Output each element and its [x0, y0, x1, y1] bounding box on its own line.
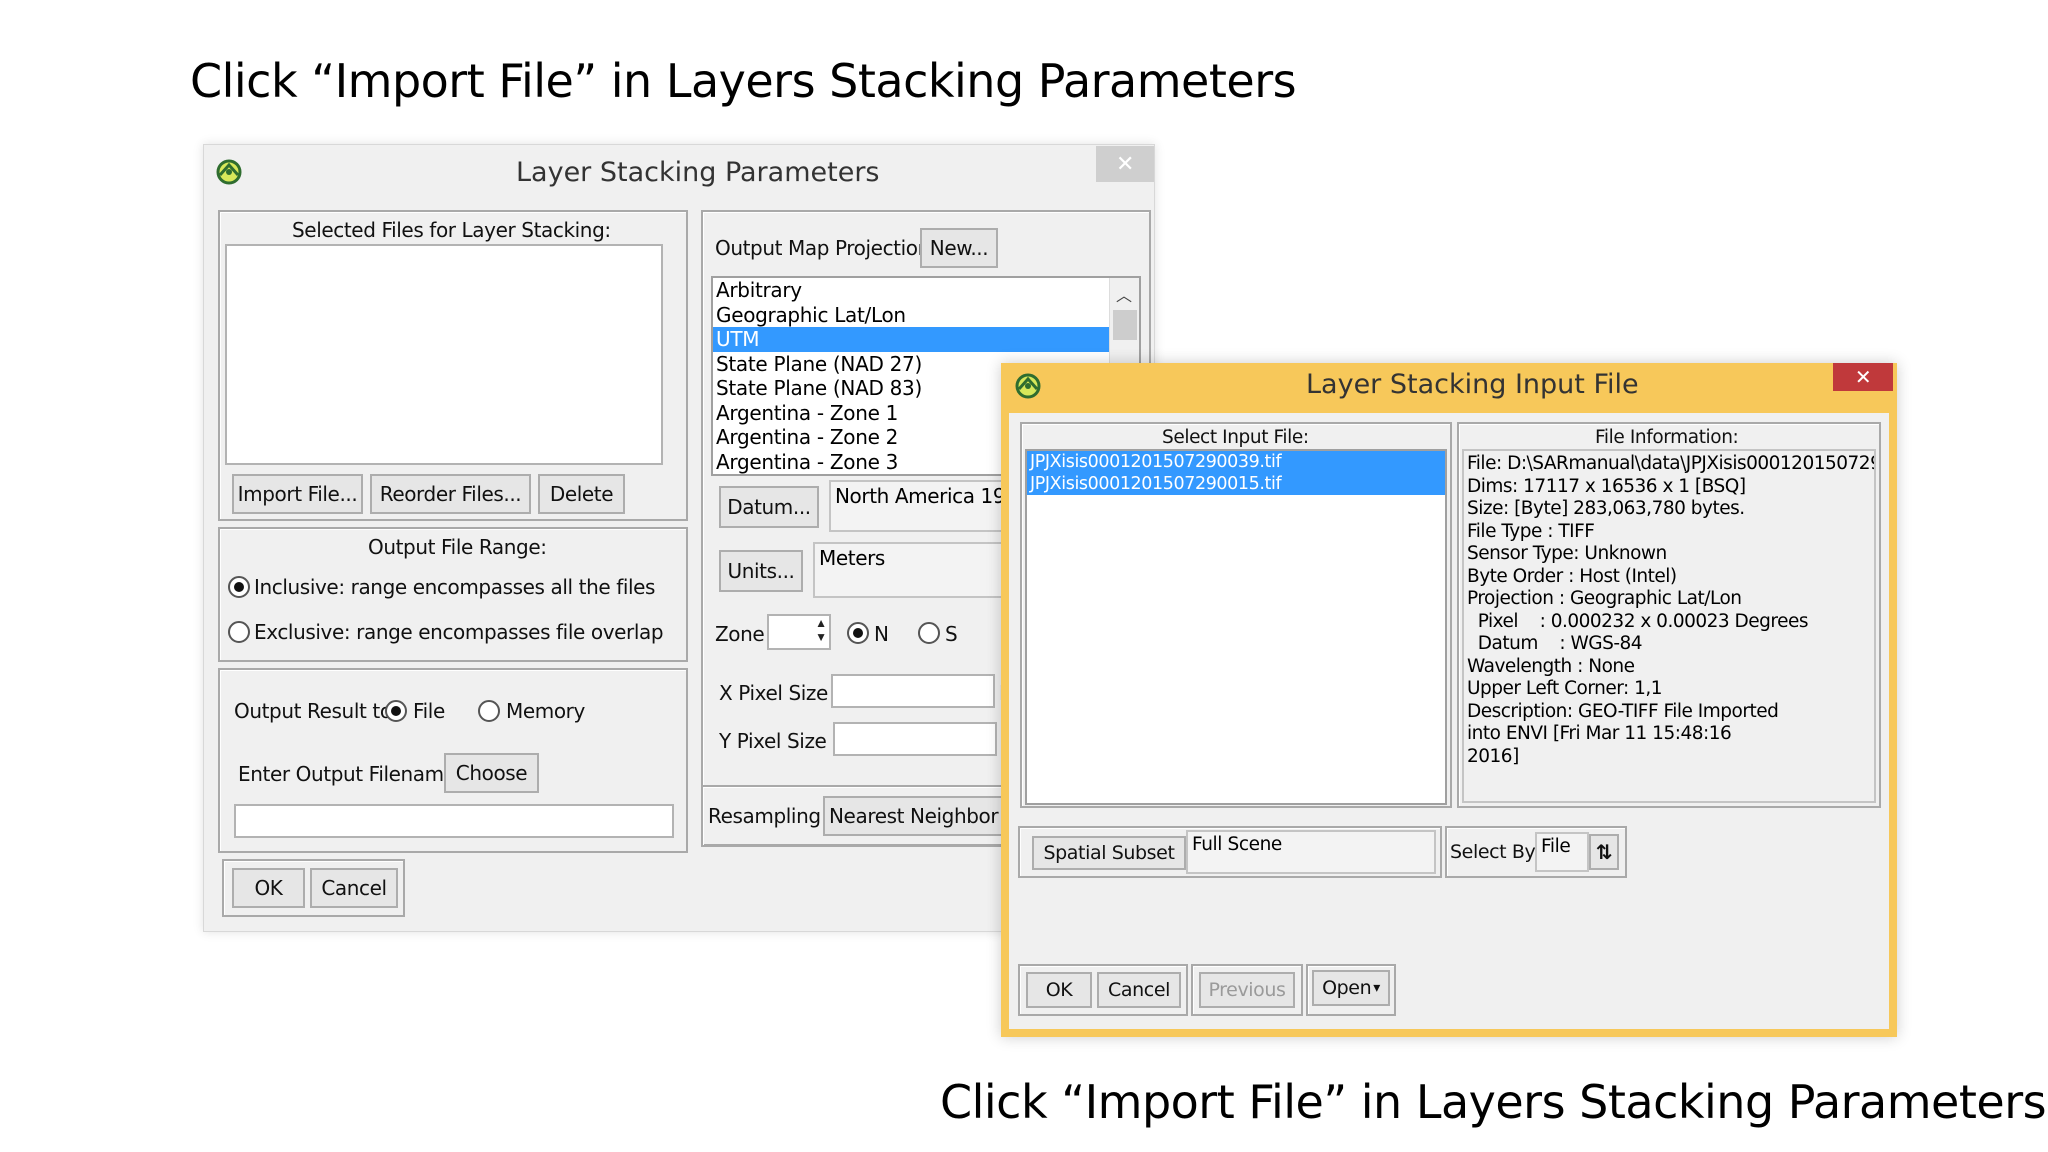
previous-group: Previous: [1191, 964, 1303, 1016]
chevron-up-icon[interactable]: ︿: [1116, 282, 1132, 306]
input-window-title: Layer Stacking Input File: [1306, 369, 1639, 400]
file-information-label: File Information:: [1595, 427, 1739, 448]
select-by-value: File: [1535, 832, 1589, 872]
south-label: S: [945, 622, 958, 646]
previous-button[interactable]: Previous: [1199, 972, 1295, 1008]
dropdown-arrow-icon: ▾: [1373, 980, 1380, 996]
spatial-subset-group: Spatial Subset Full Scene: [1018, 826, 1442, 878]
output-result-label: Output Result to: [234, 699, 392, 723]
south-radio[interactable]: [918, 622, 940, 644]
open-dropdown-button[interactable]: Open ▾: [1312, 970, 1390, 1006]
info-line: Wavelength : None: [1467, 655, 1635, 677]
sort-icon: ⇅: [1595, 840, 1613, 864]
file-option-label: File: [413, 699, 445, 723]
output-range-group: Output File Range: Inclusive: range enco…: [218, 527, 688, 662]
envi-app-icon: [1015, 373, 1041, 399]
inclusive-label: Inclusive: range encompasses all the fil…: [254, 575, 656, 599]
inclusive-radio[interactable]: [228, 576, 250, 598]
info-line: into ENVI [Fri Mar 11 15:48:16: [1467, 723, 1732, 744]
info-line: Size: [Byte] 283,063,780 bytes.: [1467, 498, 1745, 519]
envi-app-icon: [216, 159, 242, 185]
datum-button[interactable]: Datum...: [719, 486, 819, 528]
x-pixel-size-label: X Pixel Size: [719, 681, 828, 705]
input-ok-button[interactable]: OK: [1026, 972, 1092, 1008]
params-ok-button[interactable]: OK: [232, 868, 305, 908]
bottom-caption: Click “Import File” in Layers Stacking P…: [940, 1075, 2047, 1129]
ok-cancel-group: OK Cancel: [222, 859, 405, 917]
top-caption: Click “Import File” in Layers Stacking P…: [190, 54, 1297, 108]
spatial-subset-button[interactable]: Spatial Subset: [1032, 836, 1186, 870]
selected-files-group: Selected Files for Layer Stacking: Impor…: [218, 210, 688, 521]
projection-item-selected[interactable]: UTM: [713, 327, 1139, 352]
delete-button[interactable]: Delete: [538, 474, 625, 514]
input-file-item[interactable]: JPJXisis0001201507290039.tif: [1027, 451, 1282, 473]
output-filename-input[interactable]: [234, 804, 674, 838]
north-radio[interactable]: [847, 622, 869, 644]
params-close-button[interactable]: ✕: [1096, 146, 1154, 182]
input-file-item[interactable]: JPJXisis0001201507290015.tif: [1027, 473, 1282, 495]
y-pixel-size-label: Y Pixel Size: [719, 729, 827, 753]
new-projection-button[interactable]: New...: [920, 228, 998, 268]
x-pixel-size-input[interactable]: [831, 674, 995, 708]
info-line: Sensor Type: Unknown: [1467, 543, 1667, 564]
spinner-icon[interactable]: ▲ ▼: [815, 616, 827, 644]
info-line: File: D:\SARmanual\data\JPJXisis00012015…: [1467, 453, 1876, 474]
input-file-list[interactable]: JPJXisis0001201507290039.tif JPJXisis000…: [1025, 449, 1447, 805]
input-ok-cancel-group: OK Cancel: [1018, 964, 1188, 1016]
open-group: Open ▾: [1306, 964, 1396, 1016]
params-window-title: Layer Stacking Parameters: [516, 157, 880, 188]
file-radio[interactable]: [385, 700, 407, 722]
scrollbar-thumb[interactable]: [1113, 310, 1137, 340]
select-input-group: Select Input File: JPJXisis0001201507290…: [1020, 422, 1452, 808]
info-line: Upper Left Corner: 1,1: [1467, 678, 1663, 699]
units-button[interactable]: Units...: [719, 550, 803, 592]
close-icon: ✕: [1854, 365, 1872, 389]
select-input-label: Select Input File:: [1162, 427, 1309, 448]
file-information-group: File Information: File: D:\SARmanual\dat…: [1457, 422, 1881, 808]
select-by-group: Select By File ⇅: [1445, 826, 1627, 878]
zone-label: Zone: [715, 622, 765, 646]
input-window-body: Select Input File: JPJXisis0001201507290…: [1009, 413, 1889, 1029]
info-line: Description: GEO-TIFF File Imported: [1467, 700, 1779, 722]
projection-label: Output Map Projection: [715, 236, 930, 260]
enter-filename-label: Enter Output Filename: [238, 762, 456, 786]
info-line: File Type : TIFF: [1467, 520, 1595, 542]
info-line: Byte Order : Host (Intel): [1467, 565, 1677, 587]
close-icon: ✕: [1115, 151, 1135, 177]
open-label: Open: [1322, 977, 1372, 999]
info-line: Dims: 17117 x 16536 x 1 [BSQ]: [1467, 475, 1746, 497]
info-line: Projection : Geographic Lat/Lon: [1467, 588, 1742, 609]
output-range-label: Output File Range:: [368, 535, 547, 559]
exclusive-radio[interactable]: [228, 621, 250, 643]
import-file-button[interactable]: Import File...: [232, 474, 363, 514]
selected-files-label: Selected Files for Layer Stacking:: [292, 218, 611, 242]
memory-radio[interactable]: [478, 700, 500, 722]
zone-input[interactable]: ▲ ▼: [767, 614, 831, 650]
info-line: Datum : WGS-84: [1467, 633, 1643, 654]
input-cancel-button[interactable]: Cancel: [1097, 972, 1181, 1008]
reorder-files-button[interactable]: Reorder Files...: [370, 474, 531, 514]
y-pixel-size-input[interactable]: [833, 722, 997, 756]
info-line: Pixel : 0.000232 x 0.00023 Degrees: [1467, 610, 1809, 632]
layer-stacking-input-file-window: Layer Stacking Input File ✕ Select Input…: [1001, 363, 1897, 1037]
file-information-text: File: D:\SARmanual\data\JPJXisis00012015…: [1462, 449, 1876, 803]
resampling-label: Resampling: [708, 804, 821, 828]
projection-item[interactable]: Arbitrary: [713, 278, 1139, 303]
exclusive-label: Exclusive: range encompasses file overla…: [254, 620, 664, 644]
output-result-group: Output Result to File Memory Enter Outpu…: [218, 668, 688, 853]
input-close-button[interactable]: ✕: [1833, 363, 1893, 391]
info-line: 2016]: [1467, 745, 1519, 767]
params-cancel-button[interactable]: Cancel: [310, 868, 398, 908]
north-label: N: [874, 622, 889, 646]
resampling-dropdown[interactable]: Nearest Neighbor: [823, 796, 1009, 836]
choose-button[interactable]: Choose: [444, 753, 539, 793]
selected-files-list[interactable]: [225, 244, 663, 465]
memory-option-label: Memory: [506, 699, 585, 723]
sort-button[interactable]: ⇅: [1589, 834, 1619, 870]
select-by-label: Select By: [1450, 841, 1536, 863]
spatial-subset-value: Full Scene: [1186, 830, 1436, 874]
projection-item[interactable]: Geographic Lat/Lon: [713, 303, 1139, 328]
